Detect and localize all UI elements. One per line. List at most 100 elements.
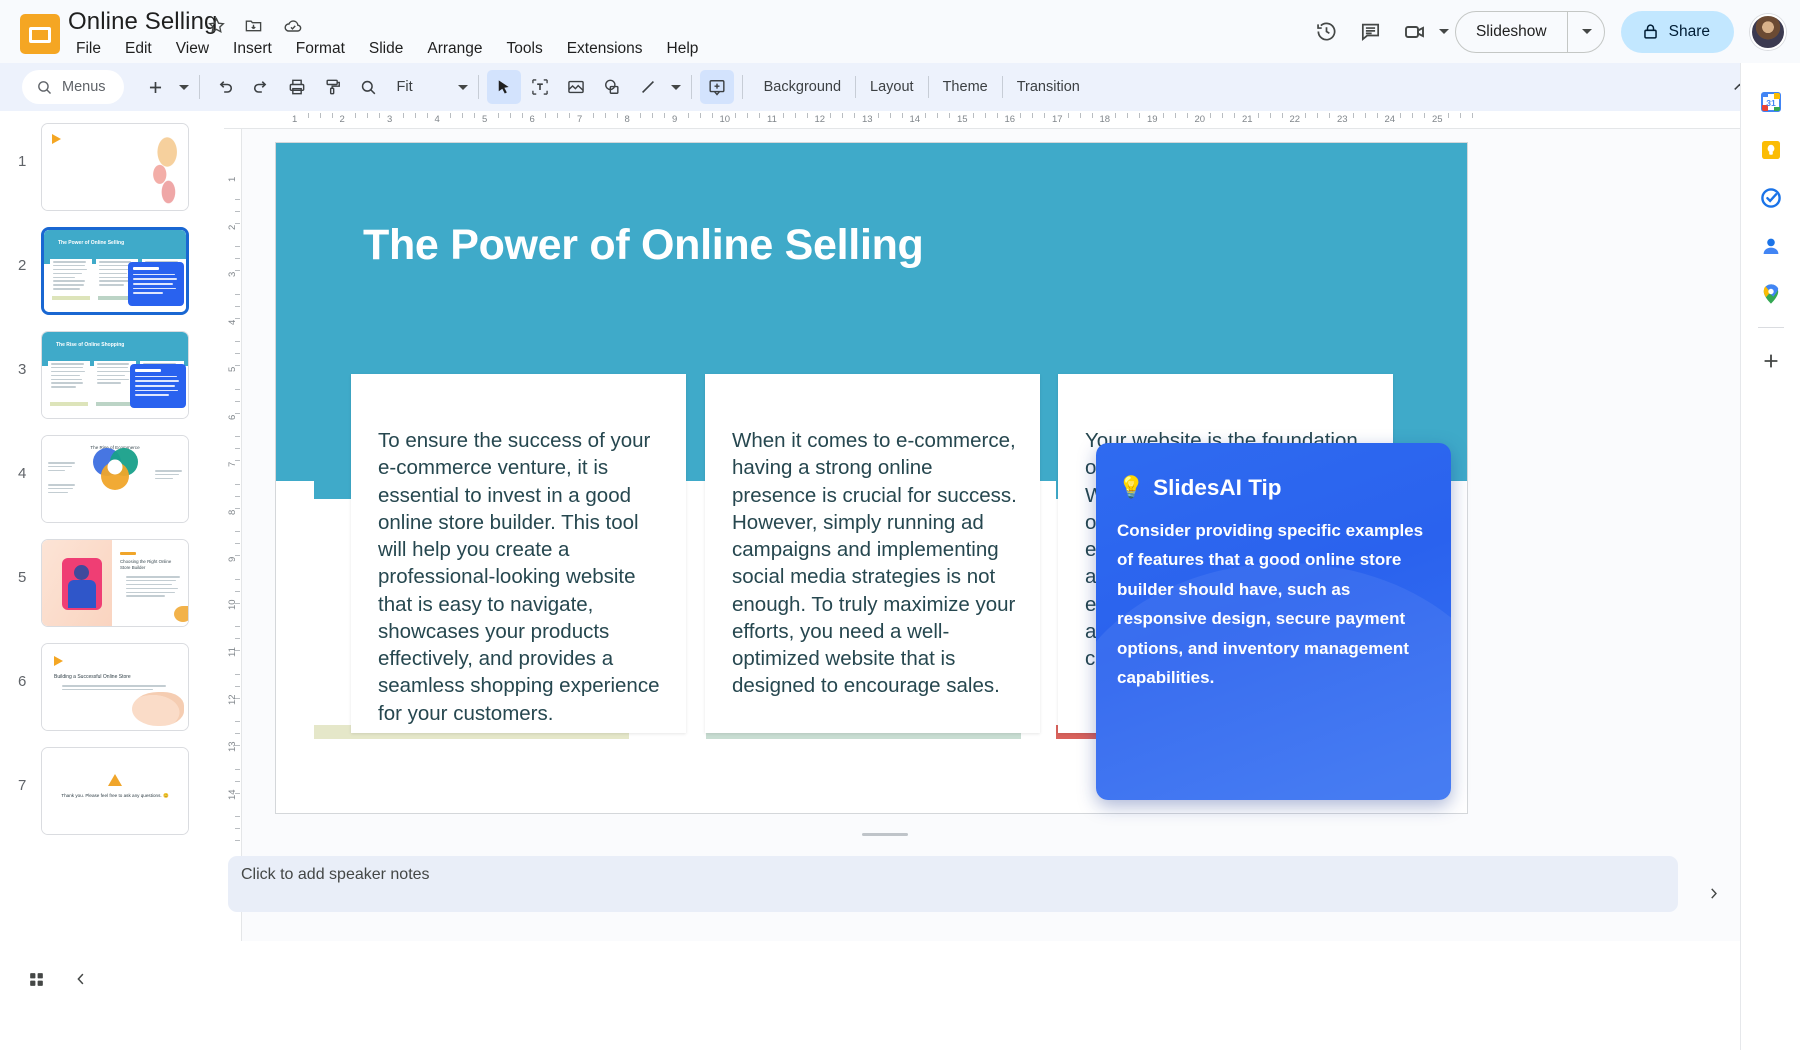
layout-button[interactable]: Layout (856, 72, 928, 102)
select-tool-button[interactable] (487, 70, 521, 104)
collapse-filmstrip-button[interactable] (62, 960, 100, 998)
filmstrip-slide-7[interactable]: 7 Thank you. Please feel free to ask any… (0, 743, 224, 839)
ruler-tick (1329, 113, 1330, 118)
ruler-tick (235, 436, 240, 437)
shape-button[interactable] (595, 70, 629, 104)
version-history-icon[interactable] (1305, 10, 1349, 54)
google-meet-icon[interactable] (1393, 10, 1437, 54)
ruler-tick (235, 484, 240, 485)
slide-thumbnail[interactable]: The Rise of Online Shopping (41, 331, 189, 419)
undo-button[interactable] (208, 70, 242, 104)
ruler-tick (1127, 113, 1128, 118)
slide-filmstrip[interactable]: 1 2 The Power of Online Selling (0, 111, 224, 941)
filmstrip-slide-6[interactable]: 6 Building a Successful Online Store (0, 639, 224, 735)
menu-item-insert[interactable]: Insert (221, 38, 284, 60)
move-to-folder-icon[interactable] (244, 16, 263, 35)
comment-history-icon[interactable] (1349, 10, 1393, 54)
insert-image-button[interactable] (559, 70, 593, 104)
document-title[interactable]: Online Selling (68, 8, 218, 36)
ruler-tick (1044, 113, 1045, 118)
google-contacts-icon[interactable] (1754, 229, 1788, 263)
ruler-tick-label: 14 (227, 789, 238, 800)
card-text-2[interactable]: When it comes to e-commerce, having a st… (732, 427, 1018, 700)
menu-item-edit[interactable]: Edit (113, 38, 164, 60)
google-slides-logo[interactable] (20, 14, 60, 54)
meet-button-group[interactable] (1393, 10, 1449, 54)
transition-button[interactable]: Transition (1003, 72, 1094, 102)
slide-thumbnail[interactable]: Choosing the Right Online Store Builder (41, 539, 189, 627)
expand-notes-button[interactable] (1698, 878, 1728, 908)
zoom-level-label[interactable]: Fit (387, 79, 423, 95)
ruler-tick-label: 13 (862, 114, 873, 125)
menu-item-extensions[interactable]: Extensions (555, 38, 655, 60)
google-calendar-icon[interactable]: 31 (1754, 85, 1788, 119)
ruler-tick-label: 4 (435, 114, 440, 125)
ruler-tick-label: 8 (227, 509, 238, 514)
menu-item-file[interactable]: File (64, 38, 113, 60)
theme-button[interactable]: Theme (929, 72, 1002, 102)
ruler-tick (1163, 113, 1164, 118)
menu-item-format[interactable]: Format (284, 38, 357, 60)
new-slide-options-icon[interactable] (174, 70, 192, 104)
star-icon[interactable] (207, 16, 226, 35)
slide-thumbnail[interactable]: Thank you. Please feel free to ask any q… (41, 747, 189, 835)
filmstrip-slide-3[interactable]: 3 The Rise of Online Shopping (0, 327, 224, 423)
slide-title[interactable]: The Power of Online Selling (363, 221, 924, 270)
slide-thumbnail[interactable]: Building a Successful Online Store (41, 643, 189, 731)
card-text-1[interactable]: To ensure the success of your e-commerce… (378, 427, 664, 727)
ruler-tick (902, 113, 903, 118)
share-button[interactable]: Share (1621, 11, 1734, 53)
ruler-tick (640, 113, 641, 118)
speaker-notes-placeholder: Click to add speaker notes (241, 866, 430, 884)
slide-thumbnail[interactable]: The Rise of Ecommerce (41, 435, 189, 523)
cloud-saved-icon[interactable] (283, 16, 303, 36)
redo-button[interactable] (244, 70, 278, 104)
add-comment-button[interactable] (700, 70, 734, 104)
slidesai-tip-popup[interactable]: 💡 SlidesAI Tip Consider providing specif… (1096, 443, 1451, 800)
speaker-notes-field[interactable]: Click to add speaker notes (228, 856, 1678, 912)
print-button[interactable] (280, 70, 314, 104)
slide-canvas-area[interactable]: The Power of Online Selling To ensure th… (242, 129, 1740, 941)
google-tasks-icon[interactable] (1754, 181, 1788, 215)
notes-resize-handle[interactable] (862, 833, 908, 836)
user-avatar[interactable] (1750, 14, 1786, 50)
content-card-2[interactable]: When it comes to e-commerce, having a st… (705, 374, 1040, 733)
slide-number: 7 (18, 777, 26, 794)
ruler-tick (235, 626, 240, 627)
slideshow-button[interactable]: Slideshow (1455, 11, 1605, 53)
ruler-tick (878, 113, 879, 118)
google-keep-icon[interactable] (1754, 133, 1788, 167)
horizontal-ruler[interactable]: 1234567891011121314151617181920212223242… (224, 111, 1740, 129)
new-slide-button[interactable] (139, 70, 173, 104)
paint-format-button[interactable] (316, 70, 350, 104)
ruler-tick (1472, 113, 1473, 118)
text-box-button[interactable] (523, 70, 557, 104)
google-maps-icon[interactable] (1754, 277, 1788, 311)
zoom-button[interactable] (352, 70, 386, 104)
line-options-icon[interactable] (666, 70, 684, 104)
filmstrip-slide-4[interactable]: 4 The Rise of Ecommerce (0, 431, 224, 527)
menu-item-view[interactable]: View (164, 38, 221, 60)
ruler-tick (1424, 113, 1425, 118)
menu-item-tools[interactable]: Tools (495, 38, 555, 60)
filmstrip-slide-1[interactable]: 1 (0, 119, 224, 215)
ruler-tick-label: 11 (227, 647, 238, 657)
vertical-ruler[interactable]: 1234567891011121314 (224, 129, 242, 941)
filmstrip-slide-5[interactable]: 5 Choosing the Right Online Store Builde… (0, 535, 224, 631)
menu-item-arrange[interactable]: Arrange (415, 38, 494, 60)
filmstrip-slide-2[interactable]: 2 The Power of Online Selling (0, 223, 224, 319)
zoom-options-icon[interactable] (453, 70, 471, 104)
menu-item-slide[interactable]: Slide (357, 38, 415, 60)
content-card-1[interactable]: To ensure the success of your e-commerce… (351, 374, 686, 733)
line-button[interactable] (631, 70, 665, 104)
ruler-tick (557, 113, 558, 118)
slideshow-options-icon[interactable] (1568, 29, 1604, 34)
menu-item-help[interactable]: Help (655, 38, 711, 60)
grid-view-button[interactable] (17, 960, 55, 998)
slide-thumbnail-selected[interactable]: The Power of Online Selling (41, 227, 189, 315)
background-button[interactable]: Background (750, 72, 855, 102)
get-addons-button[interactable] (1754, 344, 1788, 378)
search-menus-button[interactable]: Menus (22, 70, 124, 104)
slide-thumbnail[interactable] (41, 123, 189, 211)
chevron-down-icon[interactable] (1439, 29, 1449, 34)
